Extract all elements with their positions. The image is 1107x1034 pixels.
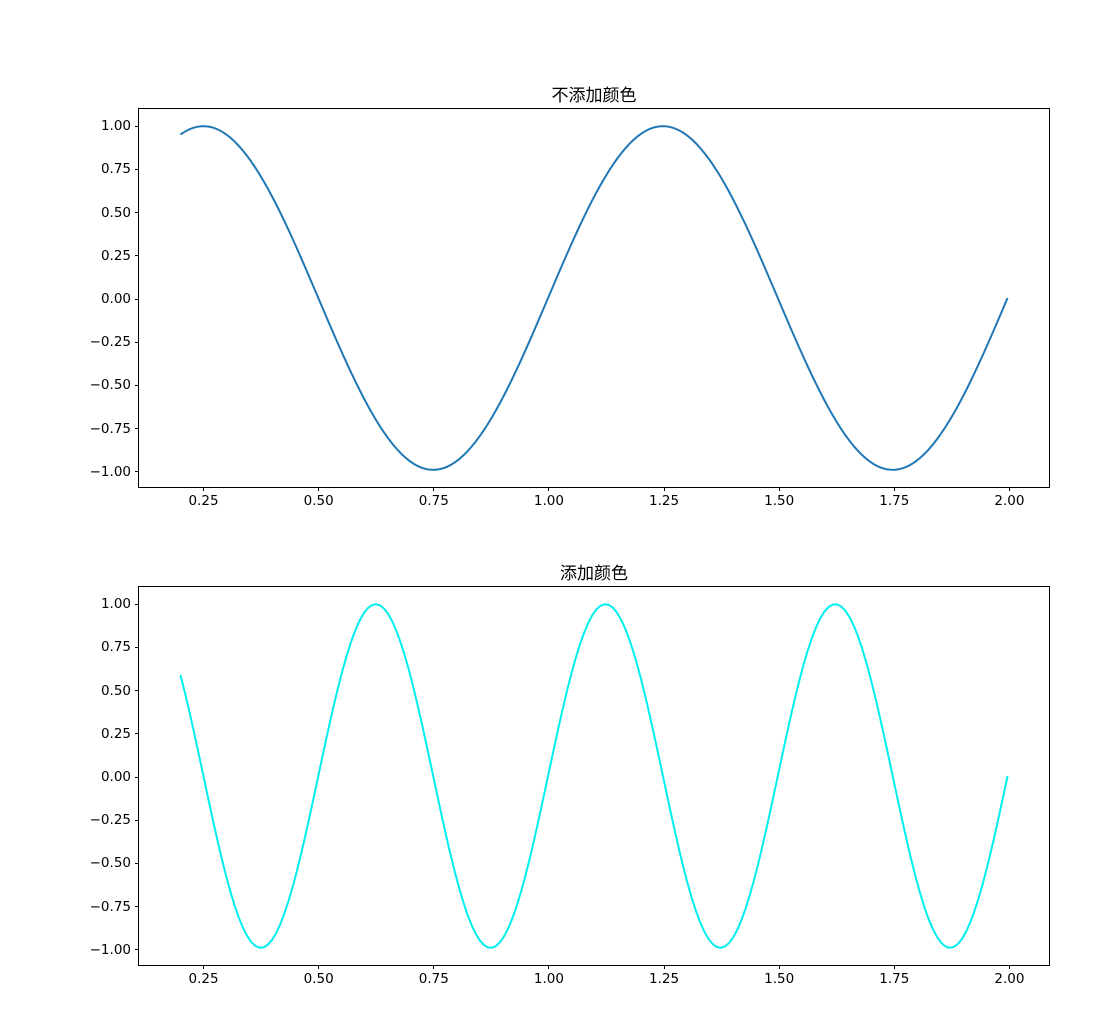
ytick-label: −1.00 [90, 942, 139, 958]
ytick-label: −1.00 [90, 464, 139, 480]
line-series [180, 604, 1007, 948]
xtick-label: 1.00 [534, 487, 564, 509]
xtick-label: 2.00 [994, 965, 1024, 987]
ytick-label: −0.25 [90, 334, 139, 350]
ytick-label: 0.00 [101, 769, 139, 785]
ytick-label: 0.75 [101, 161, 139, 177]
ytick-label: 1.00 [101, 596, 139, 612]
chart-title-top: 不添加颜色 [139, 81, 1049, 106]
ytick-label: 0.50 [101, 683, 139, 699]
xtick-label: 0.75 [419, 965, 449, 987]
xtick-label: 0.25 [189, 487, 219, 509]
ytick-label: 1.00 [101, 118, 139, 134]
xtick-label: 0.50 [304, 487, 334, 509]
ytick-label: −0.75 [90, 421, 139, 437]
xtick-label: 1.50 [764, 487, 794, 509]
xtick-label: 0.75 [419, 487, 449, 509]
chart-title-bottom: 添加颜色 [139, 559, 1049, 584]
ytick-label: 0.75 [101, 639, 139, 655]
xtick-label: 1.50 [764, 965, 794, 987]
xtick-label: 1.00 [534, 965, 564, 987]
ytick-label: 0.50 [101, 205, 139, 221]
plot-area-top [139, 109, 1049, 487]
ytick-label: 0.25 [101, 726, 139, 742]
ytick-label: 0.25 [101, 248, 139, 264]
xtick-label: 2.00 [994, 487, 1024, 509]
ytick-label: −0.25 [90, 812, 139, 828]
axes-top: 不添加颜色 −1.00−0.75−0.50−0.250.000.250.500.… [138, 108, 1050, 488]
xtick-label: 1.25 [649, 965, 679, 987]
plot-area-bottom [139, 587, 1049, 965]
ytick-label: 0.00 [101, 291, 139, 307]
line-series [180, 126, 1007, 470]
xtick-label: 1.25 [649, 487, 679, 509]
ytick-label: −0.75 [90, 899, 139, 915]
xtick-label: 1.75 [879, 965, 909, 987]
axes-bottom: 添加颜色 −1.00−0.75−0.50−0.250.000.250.500.7… [138, 586, 1050, 966]
xtick-label: 0.25 [189, 965, 219, 987]
xtick-label: 0.50 [304, 965, 334, 987]
ytick-label: −0.50 [90, 855, 139, 871]
figure: 不添加颜色 −1.00 −0.75 −0.50 −0.25 0.00 0.25 0.50 0.… [0, 0, 1107, 1034]
ytick-label: −0.50 [90, 377, 139, 393]
xtick-label: 1.75 [879, 487, 909, 509]
